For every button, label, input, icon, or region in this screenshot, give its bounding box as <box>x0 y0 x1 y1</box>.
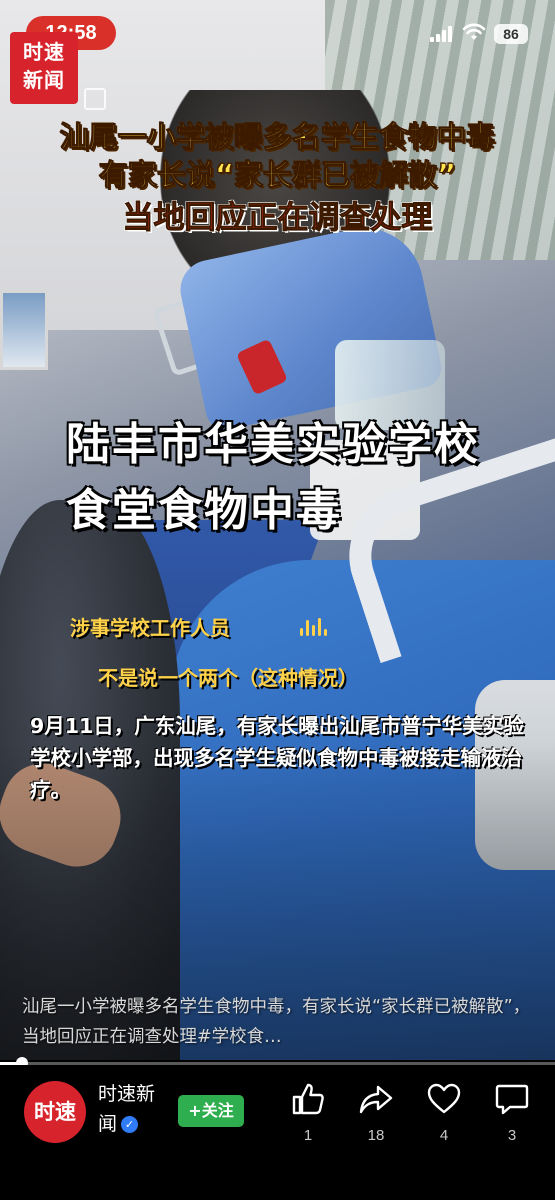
audio-wave-icon <box>300 618 330 636</box>
channel-avatar[interactable]: 时速 <box>24 1081 86 1143</box>
overlay-line-1: 陆丰市华美实验学校 <box>66 419 480 470</box>
quote-line-2: 不是说一个两个（这种情况） <box>98 666 358 690</box>
status-bar: 12:58 86 <box>0 0 555 68</box>
wifi-icon <box>462 23 486 40</box>
share-icon <box>359 1085 393 1114</box>
heart-icon <box>427 1083 461 1114</box>
favorite-count: 4 <box>439 1127 449 1144</box>
video-caption: 9月11日，广东汕尾，有家长曝出汕尾市普宁华美实验学校小学部，出现多名学生疑似食… <box>30 714 524 802</box>
comment-count: 3 <box>507 1127 517 1144</box>
comment-icon <box>495 1084 529 1115</box>
like-button[interactable]: 1 <box>278 1081 338 1144</box>
headline-line-2: 有家长说“家长群已被解散” <box>98 158 457 193</box>
channel-name-block[interactable]: 时速新闻 ✓ <box>98 1079 168 1139</box>
fullscreen-icon[interactable] <box>84 88 106 110</box>
video-description[interactable]: 汕尾一小学被曝多名学生食物中毒，有家长说“家长群已被解散”，当地回应正在调查处理… <box>22 992 537 1052</box>
signal-icon <box>430 26 454 42</box>
video-overlay-text: 陆丰市华美实验学校 食堂食物中毒 <box>66 412 536 544</box>
headline-line-3: 当地回应正在调查处理 <box>122 200 433 237</box>
channel-logo: 时速 新闻 <box>10 32 78 104</box>
quote-line-1: 涉事学校工作人员 <box>70 616 230 640</box>
like-count: 1 <box>303 1127 313 1144</box>
logo-line-1: 时速 <box>23 40 65 64</box>
video-headline: 汕尾一小学被曝多名学生食物中毒 有家长说“家长群已被解散” 当地回应正在调查处理 <box>0 118 555 240</box>
overlay-line-2: 食堂食物中毒 <box>66 485 342 536</box>
logo-line-2: 新闻 <box>23 68 65 92</box>
follow-button[interactable]: +关注 <box>178 1095 244 1127</box>
comment-button[interactable]: 3 <box>482 1081 542 1144</box>
share-button[interactable]: 18 <box>346 1081 406 1144</box>
favorite-button[interactable]: 4 <box>414 1081 474 1144</box>
headline-line-1: 汕尾一小学被曝多名学生食物中毒 <box>59 120 495 155</box>
bottom-action-bar: 时速 时速新闻 ✓ +关注 1 18 4 3 <box>0 1065 555 1200</box>
verified-icon: ✓ <box>121 1116 139 1133</box>
share-count: 18 <box>367 1127 385 1144</box>
thumbs-up-icon <box>292 1083 324 1115</box>
battery-indicator: 86 <box>494 24 528 44</box>
